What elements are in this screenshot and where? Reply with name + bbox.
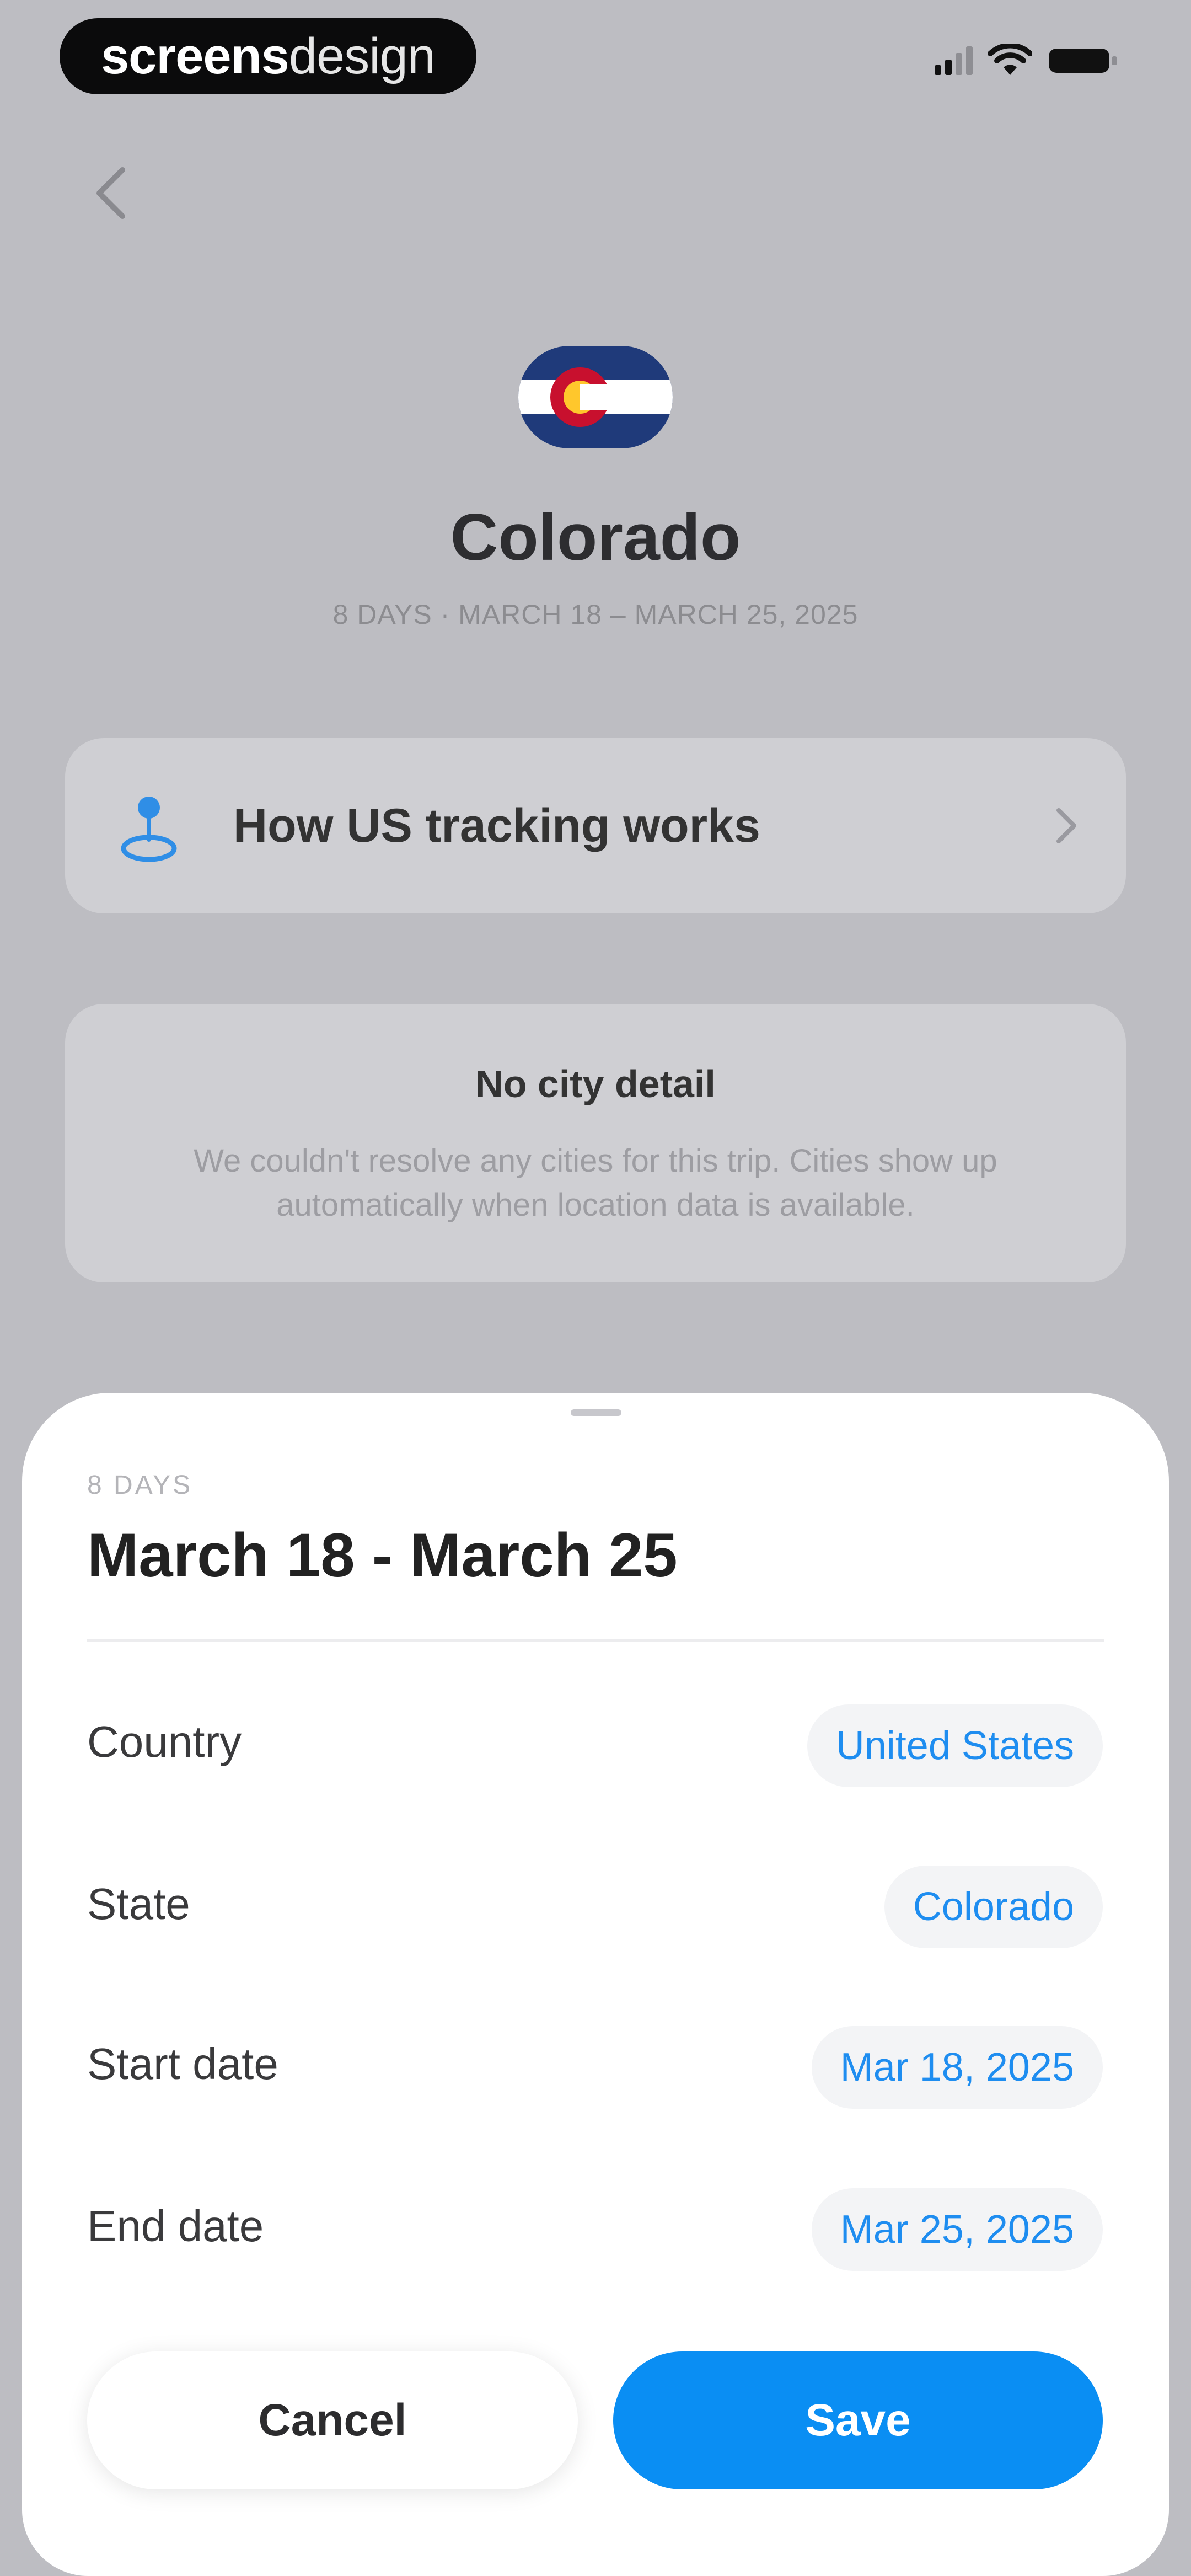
battery-icon: [1049, 49, 1117, 73]
empty-state-title: No city detail: [475, 1062, 716, 1105]
page-title: Colorado: [450, 500, 741, 574]
empty-state-body: We couldn't resolve any cities for this …: [194, 1143, 997, 1223]
sheet-divider: [87, 1639, 1104, 1642]
trip-dates-subtitle: 8 DAYS · MARCH 18 – MARCH 25, 2025: [332, 599, 859, 630]
end-date-picker[interactable]: Mar 25, 2025: [811, 2188, 1103, 2271]
back-chevron-icon[interactable]: [83, 160, 143, 226]
cellular-signal-icon: [935, 46, 973, 75]
brand-text-bold: screens: [101, 28, 289, 84]
start-date-label: Start date: [87, 2039, 278, 2088]
save-button[interactable]: Save: [613, 2351, 1103, 2489]
end-date-label: End date: [87, 2201, 264, 2251]
wifi-icon: [988, 44, 1032, 75]
state-picker[interactable]: Colorado: [884, 1866, 1103, 1948]
sheet-grabber[interactable]: [571, 1409, 621, 1416]
country-picker[interactable]: United States: [807, 1704, 1103, 1787]
state-label: State: [87, 1879, 190, 1928]
cancel-button[interactable]: Cancel: [87, 2351, 578, 2489]
colorado-flag-icon: [518, 346, 673, 448]
tracking-card-label: How US tracking works: [233, 799, 760, 852]
location-pin-icon: [121, 797, 177, 862]
start-date-picker[interactable]: Mar 18, 2025: [811, 2026, 1103, 2109]
chevron-right-icon: [1056, 808, 1076, 843]
how-tracking-works-card[interactable]: How US tracking works: [65, 738, 1126, 913]
brand-text-light: design: [288, 28, 436, 84]
country-label: Country: [87, 1717, 242, 1766]
status-icons: [935, 44, 1119, 77]
sheet-title: March 18 - March 25: [87, 1521, 678, 1590]
sheet-kicker: 8 DAYS: [87, 1471, 193, 1500]
screensdesign-logo: screens design: [60, 18, 476, 94]
